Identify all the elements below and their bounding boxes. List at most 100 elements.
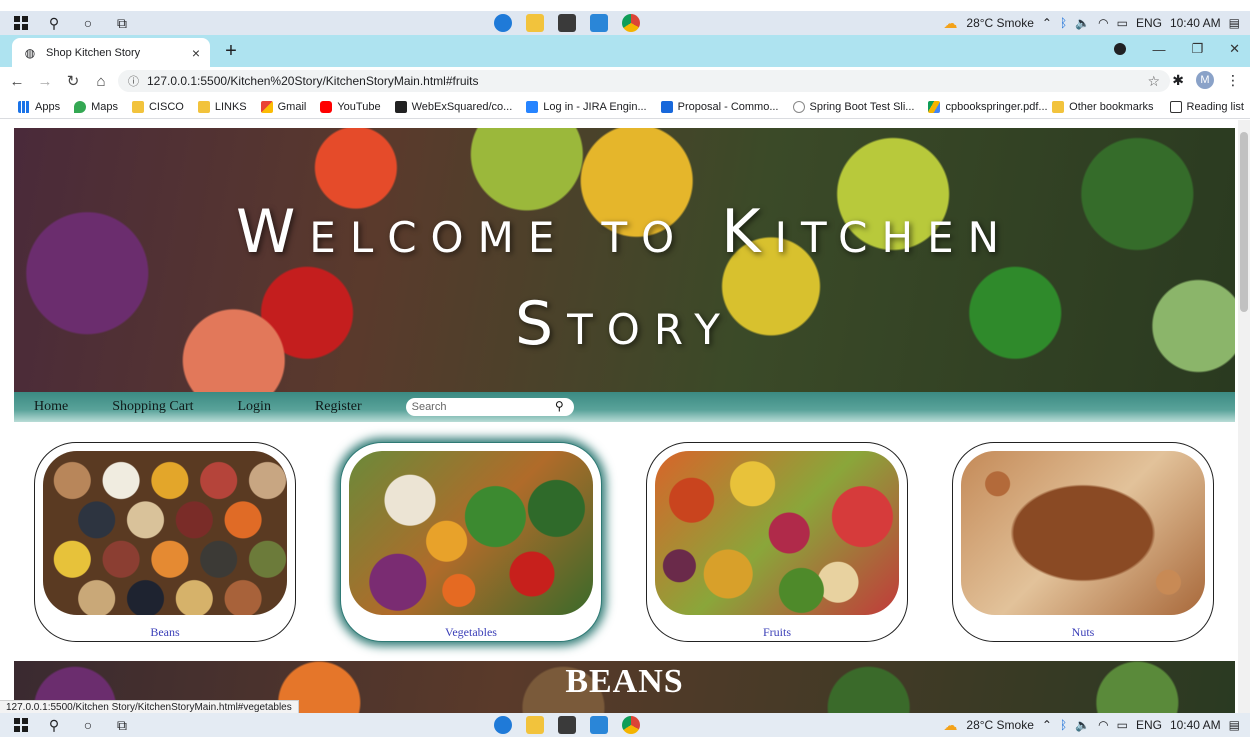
task-view-icon[interactable]: ⧉: [114, 15, 130, 31]
bookmark-apps[interactable]: Apps: [18, 100, 60, 113]
language-indicator[interactable]: ENG: [1136, 16, 1162, 30]
nav-login[interactable]: Login: [238, 399, 271, 415]
bookmark-links[interactable]: LINKS: [197, 100, 247, 113]
category-label[interactable]: Beans: [35, 625, 295, 640]
speaker-icon[interactable]: 🔈: [1075, 718, 1090, 732]
folder-icon: [1052, 100, 1065, 113]
category-card-vegetables[interactable]: Vegetables: [340, 442, 602, 642]
nuts-image[interactable]: [961, 451, 1205, 615]
home-icon[interactable]: ⌂: [90, 73, 112, 90]
menu-kebab-icon[interactable]: ⋮: [1226, 72, 1240, 89]
nav-shopping-cart[interactable]: Shopping Cart: [112, 399, 193, 415]
bookmark-maps[interactable]: Maps: [74, 100, 118, 113]
notification-icon[interactable]: ▤: [1229, 718, 1240, 732]
file-explorer-icon[interactable]: [526, 14, 544, 32]
taskbar-bottom: ⚲ ○ ⧉ ☁ 28°C Smoke ⌃ ᛒ 🔈 ◠ ▭ ENG 10:40 A…: [0, 713, 1250, 737]
bookmark-spring-boot[interactable]: Spring Boot Test Sli...: [792, 100, 914, 113]
youtube-icon: [320, 100, 333, 113]
address-bar[interactable]: ⓘ 127.0.0.1:5500/Kitchen%20Story/Kitchen…: [118, 70, 1170, 92]
reload-icon[interactable]: ↻: [62, 72, 84, 90]
edge-icon[interactable]: [494, 716, 512, 734]
new-tab-icon[interactable]: +: [220, 40, 242, 63]
bluetooth-icon[interactable]: ᛒ: [1060, 16, 1067, 30]
bookmark-cpbook[interactable]: cpbookspringer.pdf...: [928, 100, 1048, 113]
battery-icon[interactable]: ▭: [1117, 718, 1128, 732]
search-icon[interactable]: ⚲: [555, 399, 564, 413]
close-tab-icon[interactable]: ×: [192, 45, 200, 61]
fruits-image[interactable]: [655, 451, 899, 615]
task-view-icon[interactable]: ⧉: [114, 717, 130, 733]
scrollbar-thumb[interactable]: [1240, 132, 1248, 312]
chevron-up-icon[interactable]: ⌃: [1042, 718, 1052, 732]
category-card-nuts[interactable]: Nuts: [952, 442, 1214, 642]
bookmark-other[interactable]: Other bookmarks: [1052, 100, 1154, 113]
store-icon[interactable]: [558, 716, 576, 734]
folder-icon: [131, 100, 144, 113]
profile-dot-icon[interactable]: [1114, 43, 1127, 55]
windows-start-icon[interactable]: [14, 16, 28, 30]
bookmark-gmail[interactable]: Gmail: [260, 100, 306, 113]
bluetooth-icon[interactable]: ᛒ: [1060, 718, 1067, 732]
hero-title: Welcome to Kitchen Story: [235, 197, 1014, 359]
nav-home[interactable]: Home: [34, 399, 68, 415]
category-label[interactable]: Vegetables: [341, 625, 601, 640]
speaker-icon[interactable]: 🔈: [1075, 16, 1090, 30]
address-url[interactable]: 127.0.0.1:5500/Kitchen%20Story/KitchenSt…: [147, 74, 479, 88]
nav-register[interactable]: Register: [315, 399, 362, 415]
search-input[interactable]: [411, 401, 542, 413]
bookmark-youtube[interactable]: YouTube: [320, 100, 381, 113]
minimize-icon[interactable]: —: [1152, 42, 1165, 57]
chrome-icon[interactable]: [622, 716, 640, 734]
cortana-icon[interactable]: ○: [80, 15, 96, 31]
edge-icon[interactable]: [494, 14, 512, 32]
taskbar-top: ⚲ ○ ⧉ ☁ 28°C Smoke ⌃ ᛒ 🔈 ◠ ▭ ENG 10:40 A…: [0, 11, 1250, 35]
search-icon[interactable]: ⚲: [46, 15, 62, 31]
browser-tab[interactable]: ◍ Shop Kitchen Story ×: [12, 38, 210, 67]
battery-icon[interactable]: ▭: [1117, 16, 1128, 30]
drive-icon: [928, 100, 941, 113]
vscode-icon[interactable]: [590, 14, 608, 32]
cortana-icon[interactable]: ○: [80, 717, 96, 733]
bookmark-proposal[interactable]: Proposal - Commo...: [660, 100, 779, 113]
clock[interactable]: 10:40 AM: [1170, 16, 1221, 30]
chevron-up-icon[interactable]: ⌃: [1042, 16, 1052, 30]
wifi-icon[interactable]: ◠: [1098, 16, 1108, 30]
extensions-icon[interactable]: ✱: [1172, 72, 1184, 89]
beans-image[interactable]: [43, 451, 287, 615]
category-label[interactable]: Nuts: [953, 625, 1213, 640]
close-window-icon[interactable]: ✕: [1229, 41, 1240, 57]
globe-icon: ◍: [24, 45, 36, 60]
category-card-fruits[interactable]: Fruits: [646, 442, 908, 642]
gmail-icon: [260, 100, 273, 113]
category-card-beans[interactable]: Beans: [34, 442, 296, 642]
notification-icon[interactable]: ▤: [1229, 16, 1240, 30]
maximize-icon[interactable]: ❐: [1191, 41, 1203, 57]
forward-icon[interactable]: →: [34, 73, 56, 90]
file-explorer-icon[interactable]: [526, 716, 544, 734]
weather-text[interactable]: 28°C Smoke: [966, 16, 1034, 30]
bookmark-jira[interactable]: Log in - JIRA Engin...: [526, 100, 647, 113]
link-icon: [792, 100, 805, 113]
bookmark-cisco[interactable]: CISCO: [131, 100, 184, 113]
weather-text[interactable]: 28°C Smoke: [966, 718, 1034, 732]
store-icon[interactable]: [558, 14, 576, 32]
vegetables-image[interactable]: [349, 451, 593, 615]
windows-start-icon[interactable]: [14, 718, 28, 732]
browser-toolbar: ← → ↻ ⌂ ⓘ 127.0.0.1:5500/Kitchen%20Story…: [0, 67, 1250, 95]
search-icon[interactable]: ⚲: [46, 717, 62, 733]
back-icon[interactable]: ←: [6, 73, 28, 90]
info-icon[interactable]: ⓘ: [128, 73, 139, 89]
language-indicator[interactable]: ENG: [1136, 718, 1162, 732]
bookmark-star-icon[interactable]: ☆: [1147, 73, 1160, 90]
category-label[interactable]: Fruits: [647, 625, 907, 640]
avatar[interactable]: M: [1196, 71, 1214, 89]
chrome-icon[interactable]: [622, 14, 640, 32]
wifi-icon[interactable]: ◠: [1098, 718, 1108, 732]
vscode-icon[interactable]: [590, 716, 608, 734]
page-scrollbar[interactable]: [1238, 120, 1250, 713]
bookmark-reading-list[interactable]: Reading list: [1169, 100, 1244, 113]
section-title: BEANS: [565, 663, 684, 700]
clock[interactable]: 10:40 AM: [1170, 718, 1221, 732]
bookmark-webex[interactable]: WebExSquared/co...: [394, 100, 512, 113]
apps-grid-icon: [18, 100, 30, 113]
